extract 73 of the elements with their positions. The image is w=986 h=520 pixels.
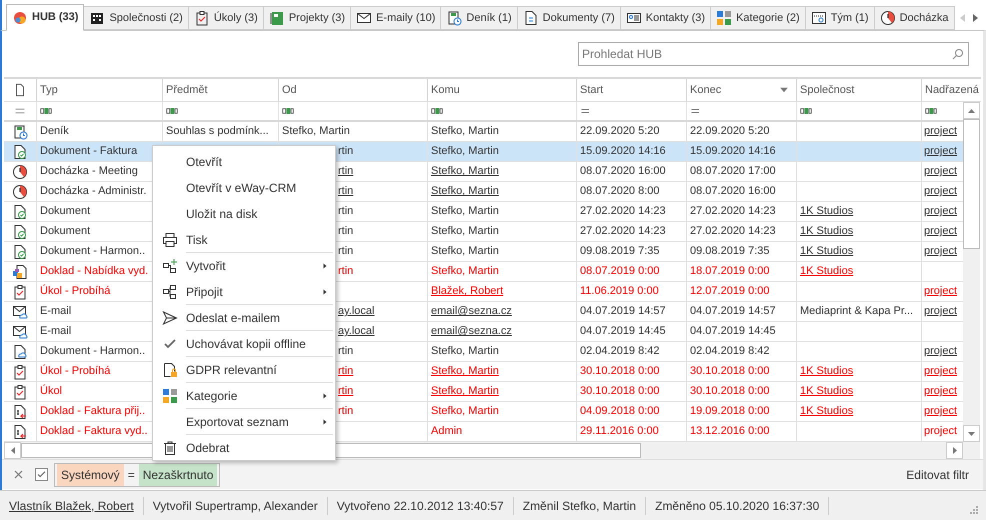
status-text: Vytvořeno 22.10.2012 13:40:57: [328, 496, 514, 514]
table-cell-text: 08.07.2020 16:00: [580, 164, 666, 180]
table-cell-text: Souhlas s podmínk...: [166, 124, 269, 140]
table-cell-text: Mediaprint & Kapa Pr...: [800, 304, 914, 320]
table-cell-text: rtin: [338, 244, 354, 260]
table-cell-text: Docházka - Meeting: [40, 164, 138, 180]
table-cell-text: 02.04.2019 8:42: [580, 344, 660, 360]
table-cell-text: 27.02.2020 14:23: [580, 224, 666, 240]
table-cell-text: 30.10.2018 0:00: [690, 384, 770, 400]
table-cell-text: 04.07.2019 14:45: [690, 324, 776, 340]
table-cell-text: 30.10.2018 0:00: [580, 384, 660, 400]
table-cell-text: Docházka - Administr.: [40, 184, 146, 200]
table-cell-text: Dokument: [40, 224, 90, 240]
table-cell-text: 08.07.2020 17:00: [690, 164, 776, 180]
table-cell-text: 15.09.2020 14:16: [580, 144, 666, 160]
table-cell-text: Doklad - Nabídka vyd.: [40, 264, 148, 280]
table-cell-text: 27.02.2020 14:23: [690, 224, 776, 240]
table-cell-text: Dokument - Harmon..: [40, 244, 146, 260]
table-cell-text: rtin: [338, 144, 354, 160]
table-cell-text: 15.09.2020 14:16: [690, 144, 776, 160]
table-cell-text: 09.08.2019 7:35: [690, 244, 770, 260]
table-cell-text: Stefko, Martin: [431, 144, 499, 160]
table-cell-text: 30.10.2018 0:00: [580, 364, 660, 380]
table-cell-text: Úkol - Probíhá: [40, 364, 110, 380]
table-cell-text: Úkol - Probíhá: [40, 284, 110, 300]
table-cell-text: Stefko, Martin: [431, 124, 499, 140]
table-cell-text: 27.02.2020 14:23: [690, 204, 776, 220]
table-cell-text: Úkol: [40, 384, 62, 400]
table-cell-text: 08.07.2019 0:00: [580, 264, 660, 280]
table-cell-text: 02.04.2019 8:42: [690, 344, 770, 360]
table-cell-text: 29.11.2016 0:00: [580, 424, 659, 440]
table-cell-text: E-mail: [40, 304, 72, 320]
filter-operator: =: [128, 466, 135, 484]
table-cell-text: 04.09.2018 0:00: [580, 404, 660, 420]
status-text: Změněno 05.10.2020 16:37:30: [646, 496, 830, 514]
table-cell-text: 18.07.2019 0:00: [690, 264, 770, 280]
table-cell-text: Stefko, Martin: [431, 264, 499, 280]
table-cell-text: rtin: [338, 344, 354, 360]
table-cell-text: Admin: [431, 424, 462, 440]
table-cell-text: rtin: [338, 224, 354, 240]
table-cell-text: 04.07.2019 14:57: [690, 304, 776, 320]
table-cell-text: project: [924, 424, 958, 440]
table-cell-text: Stefko, Martin: [431, 224, 499, 240]
status-text: Vytvořil Supertramp, Alexander: [144, 496, 328, 514]
table-cell-text: 22.09.2020 5:20: [690, 124, 770, 140]
table-cell-text: rtin: [338, 264, 354, 280]
table-cell-text: 04.07.2019 14:45: [580, 324, 666, 340]
table-cell-text: Dokument: [40, 204, 90, 220]
table-cell-text: Doklad - Faktura přij..: [40, 404, 146, 420]
table-cell-text: Stefko, Martin: [431, 404, 499, 420]
table-cell-text: 30.10.2018 0:00: [690, 364, 770, 380]
table-cell-text: Stefko, Martin: [282, 124, 350, 140]
table-cell-text: 09.08.2019 7:35: [580, 244, 660, 260]
table-cell-text: 27.02.2020 14:23: [580, 204, 666, 220]
table-cell-text: 12.07.2019 0:00: [690, 284, 770, 300]
status-text: Změnil Stefko, Martin: [514, 496, 646, 514]
table-cell-text: 04.07.2019 14:57: [580, 304, 666, 320]
table-cell-text: Stefko, Martin: [431, 244, 499, 260]
table-cell-text: 11.06.2019 0:00: [580, 284, 659, 300]
table-cell-text: 19.09.2018 0:00: [690, 404, 770, 420]
table-cell-text: Deník: [40, 124, 69, 140]
table-cell-text: 08.07.2020 8:00: [580, 184, 660, 200]
table-cell-text: Doklad - Faktura vyd..: [40, 424, 148, 440]
table-cell-text: Stefko, Martin: [431, 204, 499, 220]
table-cell-text: 13.12.2016 0:00: [690, 424, 770, 440]
table-cell-text: 08.07.2020 16:00: [690, 184, 776, 200]
table-cell-text: rtin: [338, 404, 354, 420]
table-cell-text: Stefko, Martin: [431, 344, 499, 360]
table-cell-text: E-mail: [40, 324, 72, 340]
table-cell-text: rtin: [338, 204, 354, 220]
table-cell-text: Dokument - Harmon..: [40, 344, 146, 360]
table-cell-text: Dokument - Faktura: [40, 144, 138, 160]
table-cell-text: 22.09.2020 5:20: [580, 124, 660, 140]
